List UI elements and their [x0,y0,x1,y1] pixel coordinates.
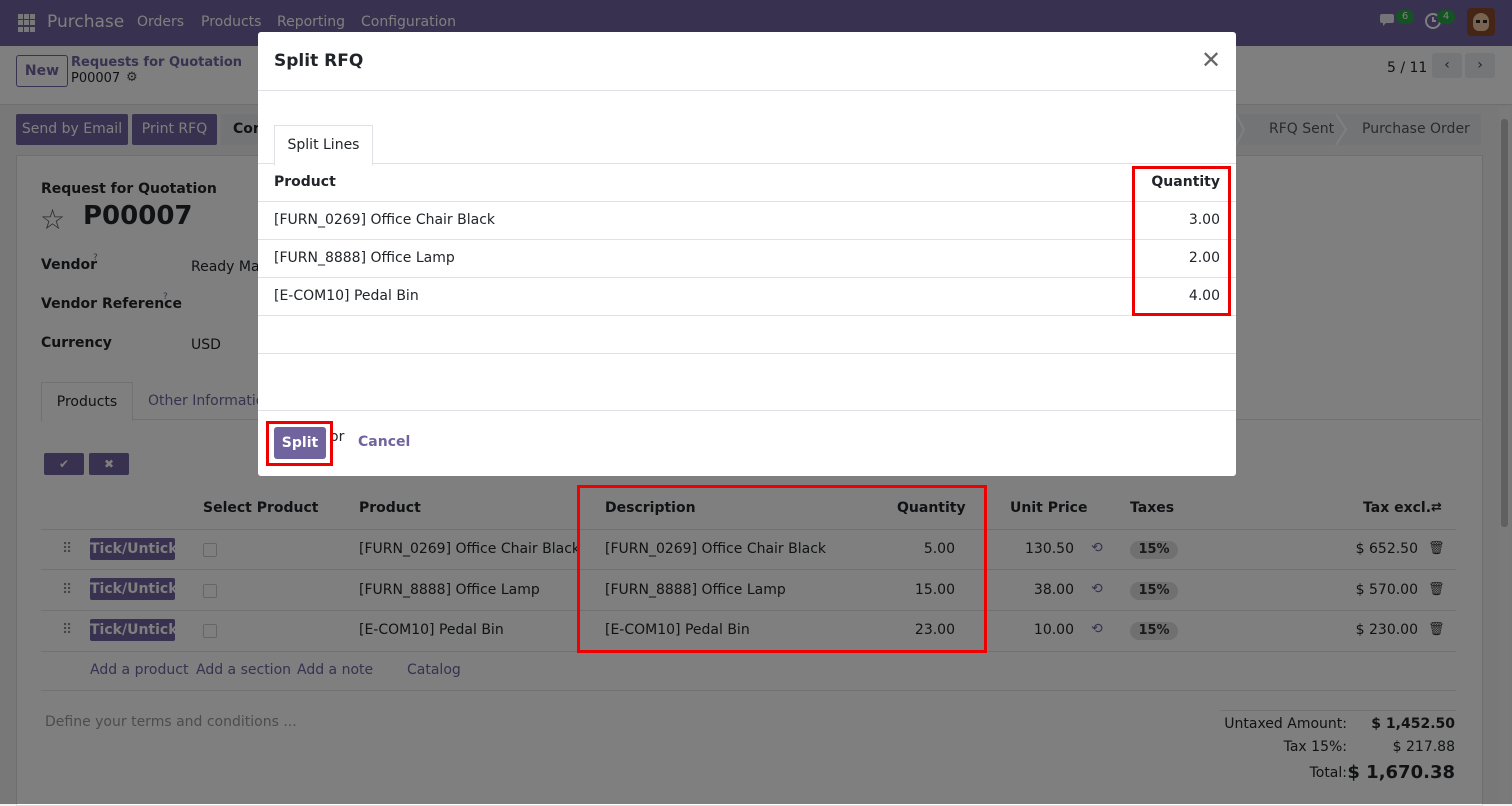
row-divider [258,239,1236,240]
modal-title: Split RFQ [274,51,364,71]
cancel-button[interactable]: Cancel [358,434,410,450]
highlight-description-quantity [577,485,987,653]
modal-header-divider [258,90,1236,91]
modal-footer-divider [258,410,1236,411]
highlight-split-button [266,421,333,466]
split-line-product[interactable]: [FURN_0269] Office Chair Black [274,212,495,228]
split-line-product[interactable]: [FURN_8888] Office Lamp [274,250,455,266]
row-divider [258,315,1236,316]
row-divider [258,353,1236,354]
row-divider [258,277,1236,278]
close-icon[interactable]: ✕ [1201,46,1221,74]
split-line-product[interactable]: [E-COM10] Pedal Bin [274,288,419,304]
split-rfq-dialog: Split RFQ ✕ Split Lines Product Quantity… [258,32,1236,476]
split-col-product[interactable]: Product [274,174,336,190]
row-divider [258,201,1236,202]
highlight-split-quantity [1132,166,1231,316]
tab-divider [258,163,1236,164]
tab-split-lines[interactable]: Split Lines [274,125,373,166]
